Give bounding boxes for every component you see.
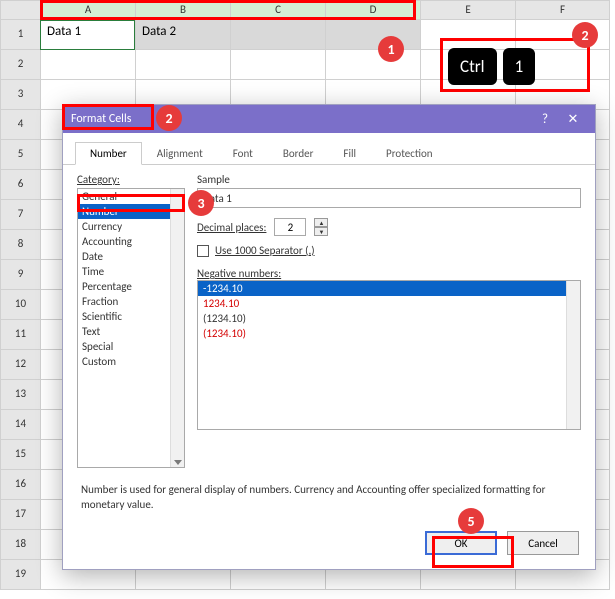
cat-time[interactable]: Time [78, 264, 184, 279]
ok-button[interactable]: OK [425, 531, 497, 555]
tab-protection[interactable]: Protection [371, 142, 448, 165]
neg-opt-0[interactable]: -1234.10 [198, 281, 580, 296]
cell-C2[interactable] [230, 50, 325, 80]
col-B[interactable]: B [135, 0, 230, 20]
cat-percentage[interactable]: Percentage [78, 279, 184, 294]
negative-list[interactable]: -1234.10 1234.10 (1234.10) (1234.10) [197, 280, 581, 430]
neg-opt-2[interactable]: (1234.10) [198, 311, 580, 326]
cat-date[interactable]: Date [78, 249, 184, 264]
row-header-5[interactable]: 5 [0, 140, 40, 170]
cat-text[interactable]: Text [78, 324, 184, 339]
separator-row[interactable]: Use 1000 Separator (,) [197, 244, 581, 257]
category-label: Category: [77, 173, 185, 186]
decimal-label: Decimal places: [197, 221, 266, 234]
close-icon[interactable]: ✕ [559, 112, 587, 127]
cell-E1[interactable] [420, 20, 515, 50]
row-header-14[interactable]: 14 [0, 410, 40, 440]
row-header-10[interactable]: 10 [0, 290, 40, 320]
dialog-body: Category: General Number Currency Accoun… [63, 165, 595, 476]
row-header-16[interactable]: 16 [0, 470, 40, 500]
row-header-3[interactable]: 3 [0, 80, 40, 110]
cat-number[interactable]: Number [78, 204, 184, 219]
row-header-2[interactable]: 2 [0, 50, 40, 80]
col-C[interactable]: C [230, 0, 325, 20]
dialog-tabs: Number Alignment Font Border Fill Protec… [63, 133, 595, 165]
sample-label: Sample [197, 173, 581, 186]
row-header-17[interactable]: 17 [0, 500, 40, 530]
tab-number[interactable]: Number [75, 142, 142, 165]
neg-opt-3[interactable]: (1234.10) [198, 326, 580, 341]
spinner-up-icon[interactable]: ▲ [314, 218, 328, 227]
callout-2-dialog: 2 [156, 105, 182, 131]
decimal-input[interactable] [274, 218, 306, 236]
cat-custom[interactable]: Custom [78, 354, 184, 369]
neg-opt-1[interactable]: 1234.10 [198, 296, 580, 311]
row-header-4[interactable]: 4 [0, 110, 40, 140]
row-header-8[interactable]: 8 [0, 230, 40, 260]
cat-general[interactable]: General [78, 189, 184, 204]
cat-scientific[interactable]: Scientific [78, 309, 184, 324]
cell-D1[interactable] [325, 20, 420, 50]
separator-checkbox[interactable] [197, 245, 209, 257]
cat-special[interactable]: Special [78, 339, 184, 354]
scrollbar[interactable] [566, 281, 580, 429]
category-list[interactable]: General Number Currency Accounting Date … [77, 188, 185, 468]
row-header-7[interactable]: 7 [0, 200, 40, 230]
spinner-down-icon[interactable]: ▼ [314, 227, 328, 236]
cell-D2[interactable] [325, 50, 420, 80]
callout-3: 3 [188, 190, 214, 216]
row-header-12[interactable]: 12 [0, 350, 40, 380]
negative-label: Negative numbers: [197, 267, 581, 280]
callout-1: 1 [378, 36, 404, 62]
select-all-corner[interactable] [0, 0, 40, 20]
row-header-15[interactable]: 15 [0, 440, 40, 470]
shortcut-hint: Ctrl 1 [448, 48, 535, 85]
row-1: 1Data 1Data 2 [0, 20, 615, 50]
dialog-buttons: OK Cancel [425, 531, 579, 555]
row-header-11[interactable]: 11 [0, 320, 40, 350]
row-header-6[interactable]: 6 [0, 170, 40, 200]
column-headers: A B C D E F [0, 0, 615, 20]
callout-2-top: 2 [572, 22, 598, 48]
tab-font[interactable]: Font [218, 142, 268, 165]
sample-value: Data 1 [197, 188, 581, 208]
cat-fraction[interactable]: Fraction [78, 294, 184, 309]
settings-panel: Sample Data 1 Decimal places: ▲ ▼ Use 10… [197, 173, 581, 468]
col-A[interactable]: A [40, 0, 135, 20]
decimal-places-row: Decimal places: ▲ ▼ [197, 218, 581, 236]
row-header-18[interactable]: 18 [0, 530, 40, 560]
row-header-9[interactable]: 9 [0, 260, 40, 290]
category-panel: Category: General Number Currency Accoun… [77, 173, 185, 468]
dialog-titlebar[interactable]: Format Cells ? ✕ [63, 105, 595, 133]
cell-C1[interactable] [230, 20, 325, 50]
cancel-button[interactable]: Cancel [507, 531, 579, 555]
callout-5: 5 [458, 508, 484, 534]
scrollbar[interactable] [170, 189, 184, 467]
col-F[interactable]: F [515, 0, 610, 20]
tab-border[interactable]: Border [268, 142, 329, 165]
tab-alignment[interactable]: Alignment [142, 142, 218, 165]
cell-B1[interactable]: Data 2 [135, 20, 230, 50]
tab-fill[interactable]: Fill [328, 142, 371, 165]
row-header-19[interactable]: 19 [0, 560, 40, 590]
cat-accounting[interactable]: Accounting [78, 234, 184, 249]
row-header-13[interactable]: 13 [0, 380, 40, 410]
format-cells-dialog: Format Cells ? ✕ Number Alignment Font B… [62, 104, 596, 570]
cat-currency[interactable]: Currency [78, 219, 184, 234]
col-E[interactable]: E [420, 0, 515, 20]
row-header-1[interactable]: 1 [0, 20, 40, 50]
kbd-ctrl: Ctrl [448, 48, 497, 85]
format-description: Number is used for general display of nu… [81, 483, 577, 513]
help-icon[interactable]: ? [531, 112, 559, 127]
dialog-title: Format Cells [71, 112, 531, 126]
kbd-1: 1 [503, 48, 536, 85]
cell-A1[interactable]: Data 1 [40, 20, 135, 50]
col-D[interactable]: D [325, 0, 420, 20]
decimal-spinner[interactable]: ▲ ▼ [314, 218, 328, 236]
separator-label: Use 1000 Separator (,) [215, 244, 315, 257]
cell-B2[interactable] [135, 50, 230, 80]
cell-A2[interactable] [40, 50, 135, 80]
